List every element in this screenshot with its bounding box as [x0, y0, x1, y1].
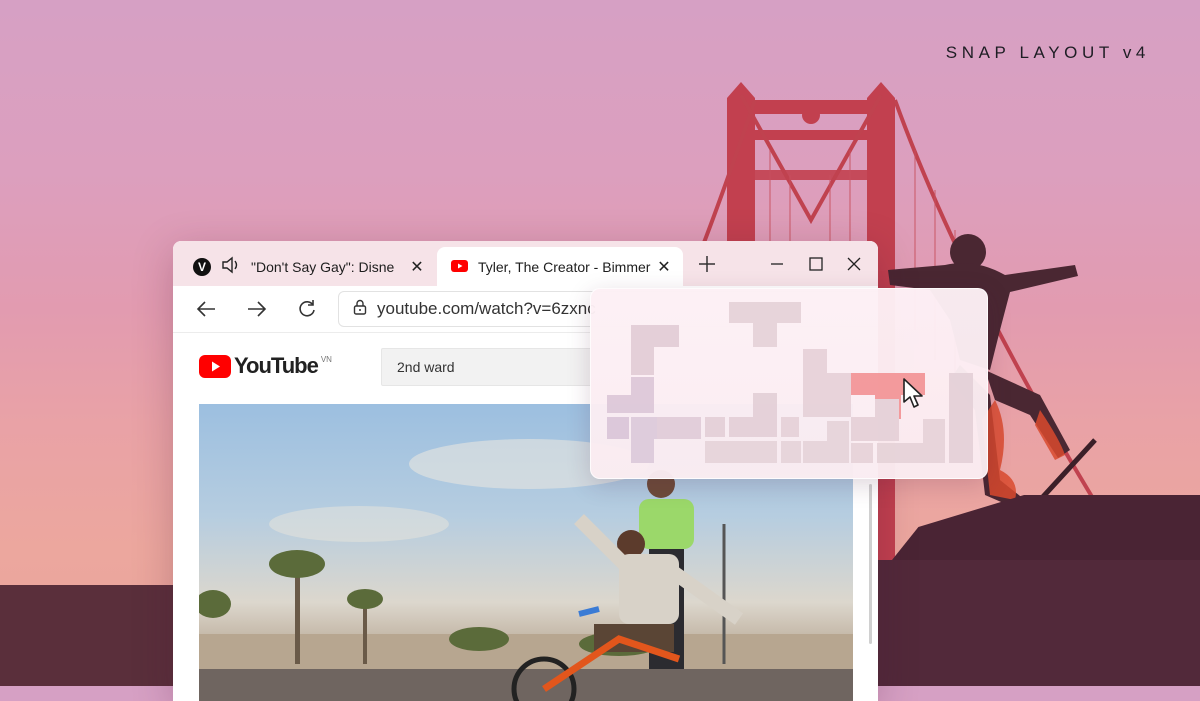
tab-dont-say-gay[interactable]: V "Don't Say Gay": Disne ✕ [181, 247, 436, 286]
snap-layout-options [607, 302, 973, 463]
minimize-icon [771, 263, 783, 265]
snap-zone [803, 421, 849, 463]
new-tab-button[interactable] [693, 250, 721, 278]
mouse-cursor-icon [902, 378, 926, 415]
url-text: youtube.com/watch?v=6zxnc [377, 299, 596, 318]
reload-icon [299, 300, 315, 317]
snap-zone [851, 399, 899, 441]
close-window-button[interactable] [839, 250, 869, 278]
snap-zone [949, 373, 973, 463]
region-code: VN [320, 354, 332, 364]
tab-tyler-the-creator[interactable]: Tyler, The Creator - Bimmer f ✕ [437, 247, 683, 286]
youtube-play-icon [199, 354, 231, 378]
speaker-icon[interactable] [221, 256, 241, 277]
vivaldi-v-icon: V [193, 257, 211, 276]
headline-text: SNAP LAYOUT v4 [945, 43, 1150, 62]
tab-title: "Don't Say Gay": Disne [251, 258, 395, 275]
snap-zone [781, 441, 801, 463]
snap-zone [705, 417, 725, 437]
close-tab-icon[interactable]: ✕ [404, 257, 430, 277]
youtube-icon [451, 259, 468, 275]
search-value: 2nd ward [397, 359, 455, 375]
snap-zone [607, 377, 654, 413]
snap-zone [729, 393, 777, 437]
close-tab-icon[interactable]: ✕ [651, 257, 677, 277]
snap-zone [657, 417, 701, 439]
youtube-logo[interactable]: YouTube VN [199, 353, 332, 379]
lock-icon[interactable] [353, 299, 367, 320]
snap-zone [607, 417, 629, 439]
forward-button[interactable] [242, 294, 272, 324]
logo-wordmark: YouTube [234, 353, 319, 378]
arrow-right-icon [248, 301, 267, 317]
snap-zone [803, 349, 851, 417]
maximize-button[interactable] [801, 250, 831, 278]
snap-zone [851, 443, 873, 463]
close-icon [847, 257, 861, 271]
snap-layout-flyout [590, 288, 988, 479]
plus-icon [699, 256, 715, 272]
minimize-button[interactable] [762, 250, 792, 278]
tab-bar: V "Don't Say Gay": Disne ✕ Tyler, The Cr… [173, 241, 878, 286]
ground-wall-right [878, 560, 1200, 686]
tab-title: Tyler, The Creator - Bimmer f [478, 258, 651, 275]
reload-button[interactable] [292, 294, 322, 324]
back-button[interactable] [191, 294, 221, 324]
maximize-icon [809, 257, 823, 271]
snap-zone [705, 441, 777, 463]
scrollbar[interactable] [869, 484, 872, 644]
snap-zone [781, 417, 799, 437]
ground-wall-left [0, 585, 190, 686]
snap-zone [729, 302, 801, 347]
snap-zone [631, 325, 679, 375]
arrow-left-icon [196, 301, 215, 317]
